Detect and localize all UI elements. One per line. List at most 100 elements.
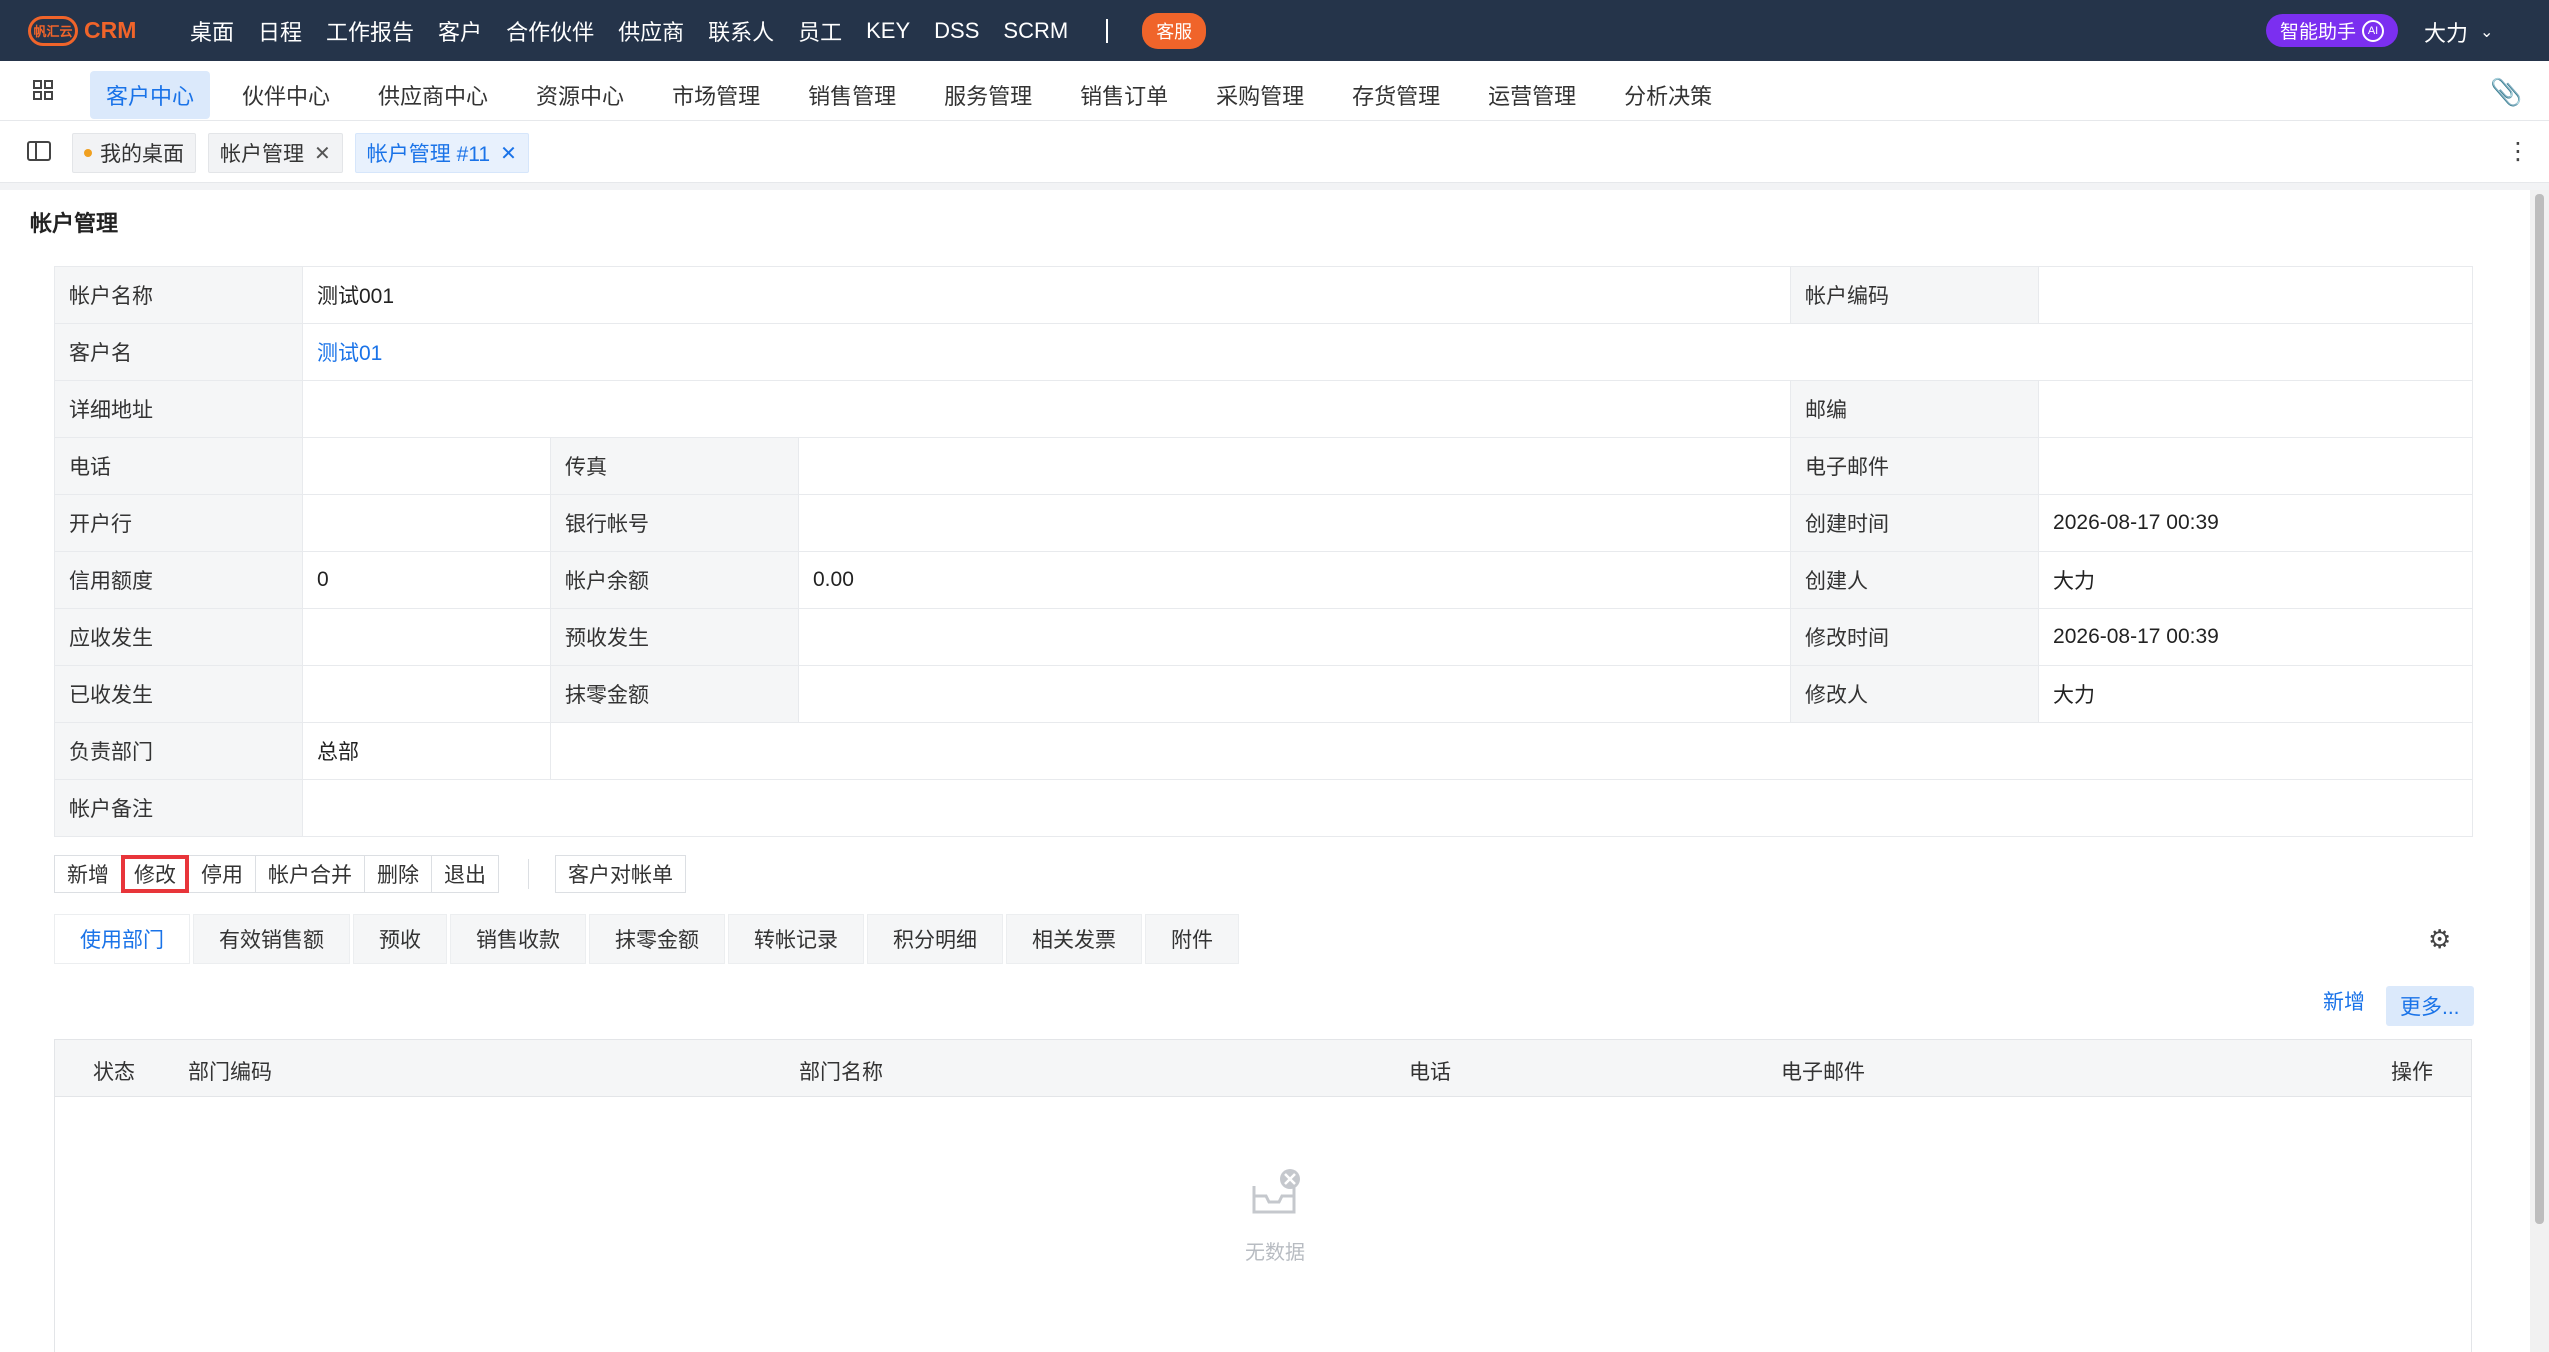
empty-text: 无数据 [1245,1242,1305,1264]
prepay-value [797,608,1792,666]
col-dept-code[interactable]: 部门编码 [188,1056,272,1086]
topnav-staff[interactable]: 员工 [798,15,842,47]
module-purchasing[interactable]: 采购管理 [1200,71,1320,119]
merge-account-button[interactable]: 帐户合并 [255,855,365,893]
topnav-scrm[interactable]: SCRM [1003,18,1068,44]
more-vertical-icon[interactable]: ⋮ [2506,137,2530,166]
add-department-link[interactable]: 新增 [2323,986,2365,1016]
tab-account-management[interactable]: 帐户管理 ✕ [208,133,343,173]
col-actions[interactable]: 操作 [2391,1056,2433,1086]
gear-icon[interactable]: ⚙ [2428,924,2451,955]
form-row: 帐户名称 测试001 帐户编码 [54,266,2474,324]
paperclip-icon[interactable]: 📎 [2490,77,2522,108]
topnav-schedule[interactable]: 日程 [258,15,302,47]
tab-label: 帐户管理 #11 [366,143,491,166]
form-row: 电话 传真 电子邮件 [54,437,2474,495]
edit-button[interactable]: 修改 [121,855,189,893]
exit-button[interactable]: 退出 [431,855,499,893]
tab-account-management-11[interactable]: 帐户管理 #11 ✕ [354,133,529,173]
customer-link[interactable]: 测试01 [301,323,2474,381]
col-status[interactable]: 状态 [93,1056,135,1086]
apps-grid-icon[interactable] [32,79,54,101]
fax-label: 传真 [550,437,799,495]
module-inventory[interactable]: 存货管理 [1336,71,1456,119]
prepay-label: 预收发生 [550,608,799,666]
nav-divider [1106,18,1109,43]
subtab-rounding-amount[interactable]: 抹零金额 [589,914,725,964]
receivable-value [302,608,551,666]
created-at-value: 2026-08-17 00:39 [2038,494,2474,552]
col-phone[interactable]: 电话 [1409,1056,1451,1086]
form-row: 信用额度 0 帐户余额 0.00 创建人 大力 [54,551,2474,609]
modifier-value: 大力 [2038,665,2474,723]
module-supplier-center[interactable]: 供应商中心 [362,71,504,119]
logo-mark: 帆汇云 [28,15,78,46]
subtab-using-departments[interactable]: 使用部门 [54,914,190,964]
col-email[interactable]: 电子邮件 [1781,1056,1865,1086]
more-button[interactable]: 更多... [2386,986,2474,1026]
account-detail-form: 帐户名称 测试001 帐户编码 客户名 测试01 详细地址 邮编 电话 传真 电… [54,266,2474,837]
grid-header: 状态 部门编码 部门名称 电话 电子邮件 操作 [55,1040,2471,1097]
detail-subtabs: 使用部门 有效销售额 预收 销售收款 抹零金额 转帐记录 积分明细 相关发票 附… [54,914,1242,964]
topnav-dss[interactable]: DSS [934,18,979,44]
module-resource-center[interactable]: 资源中心 [520,71,640,119]
subtab-transfer-records[interactable]: 转帐记录 [728,914,864,964]
topnav-contacts[interactable]: 联系人 [708,15,774,47]
close-icon[interactable]: ✕ [314,141,331,166]
scrollbar-thumb[interactable] [2535,194,2544,1224]
form-row: 负责部门 总部 [54,722,2474,780]
topnav-supplier[interactable]: 供应商 [618,15,684,47]
module-sales-orders[interactable]: 销售订单 [1064,71,1184,119]
customer-service-button[interactable]: 客服 [1142,12,1207,49]
vertical-scrollbar[interactable] [2530,190,2549,1352]
topnav-desktop[interactable]: 桌面 [190,15,234,47]
tab-my-desktop[interactable]: 我的桌面 [72,133,196,173]
subtab-sales-receipts[interactable]: 销售收款 [450,914,586,964]
topnav-key[interactable]: KEY [866,18,910,44]
module-partner-center[interactable]: 伙伴中心 [226,71,346,119]
logo-text: CRM [84,17,137,43]
ai-icon: AI [2362,19,2385,42]
topnav-work-report[interactable]: 工作报告 [326,15,414,47]
subtab-related-invoices[interactable]: 相关发票 [1006,914,1142,964]
module-operations[interactable]: 运营管理 [1472,71,1592,119]
app-logo[interactable]: 帆汇云 CRM [28,15,190,46]
tab-label: 我的桌面 [100,143,184,166]
modified-at-label: 修改时间 [1790,608,2040,666]
subtab-points-detail[interactable]: 积分明细 [867,914,1003,964]
add-button[interactable]: 新增 [54,855,122,893]
customer-statement-button[interactable]: 客户对帐单 [555,855,686,893]
email-label: 电子邮件 [1790,437,2040,495]
subtab-attachments[interactable]: 附件 [1145,914,1239,964]
module-sales[interactable]: 销售管理 [792,71,912,119]
user-menu[interactable]: 大力 ⌄ [2424,16,2493,48]
module-customer-center[interactable]: 客户中心 [90,71,211,119]
remark-label: 帐户备注 [54,779,303,837]
close-icon[interactable]: ✕ [500,141,517,166]
phone-label: 电话 [54,437,303,495]
topnav-customer[interactable]: 客户 [438,15,482,47]
empty-cell [549,722,2474,780]
page-title: 帐户管理 [30,211,119,236]
subtab-prepayment[interactable]: 预收 [353,914,447,964]
toolbar-divider [528,859,529,889]
module-service[interactable]: 服务管理 [928,71,1048,119]
form-row: 已收发生 抹零金额 修改人 大力 [54,665,2474,723]
module-marketing[interactable]: 市场管理 [656,71,776,119]
empty-inbox-icon [1252,1169,1300,1214]
delete-button[interactable]: 删除 [364,855,432,893]
ai-assistant-button[interactable]: 智能助手 AI [2266,14,2399,47]
module-analytics[interactable]: 分析决策 [1608,71,1728,119]
user-name: 大力 [2424,21,2469,46]
disable-button[interactable]: 停用 [188,855,256,893]
bank-label: 开户行 [54,494,303,552]
subtab-valid-sales[interactable]: 有效销售额 [193,914,350,964]
sidebar-toggle-icon[interactable] [27,141,51,161]
topnav-partner[interactable]: 合作伙伴 [506,15,594,47]
created-at-label: 创建时间 [1790,494,2040,552]
open-tabs: 我的桌面 帐户管理 ✕ 帐户管理 #11 ✕ [72,133,541,173]
action-toolbar: 新增 修改 停用 帐户合并 删除 退出 客户对帐单 [54,855,686,893]
module-nav: 客户中心 伙伴中心 供应商中心 资源中心 市场管理 销售管理 服务管理 销售订单… [90,71,1744,119]
account-name-value: 测试001 [301,266,1792,324]
col-dept-name[interactable]: 部门名称 [799,1056,883,1086]
